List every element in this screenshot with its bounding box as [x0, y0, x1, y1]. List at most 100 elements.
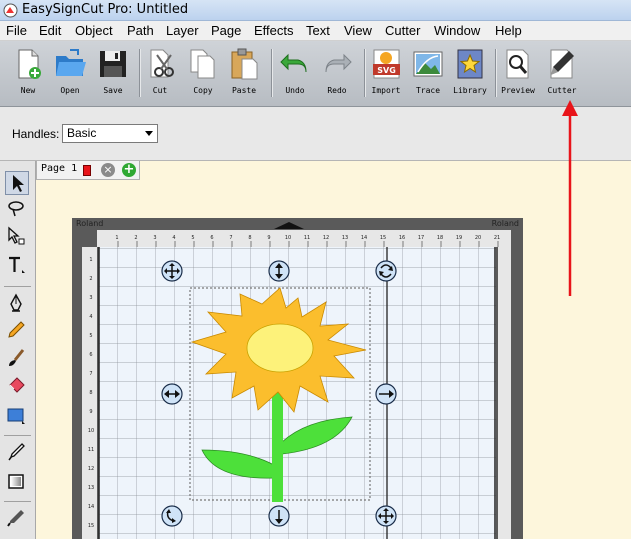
lasso-tool[interactable]	[5, 198, 29, 222]
rectangle-tool[interactable]	[5, 404, 29, 428]
flower-center[interactable]	[246, 323, 314, 373]
menu-effects[interactable]: Effects	[254, 23, 294, 38]
open-button[interactable]: Open	[48, 47, 92, 103]
trace-button[interactable]: Trace	[406, 47, 450, 103]
handle-move-bottom-right[interactable]	[375, 505, 397, 527]
cutter-mat-canvas[interactable]: Roland Roland 1 2 3 4 5 6 7 8 9 10 11 12 13 14 15 16 17 1…	[36, 180, 631, 539]
rectangle-icon	[7, 408, 25, 424]
ruler-top-label: 6	[210, 235, 213, 241]
eyedropper-tool[interactable]	[5, 441, 29, 465]
right-ruler	[498, 230, 511, 539]
page-tab-label: Page 1	[41, 163, 78, 174]
window-title: EasySignCut Pro: Untitled	[22, 2, 189, 17]
scissors-icon	[150, 49, 174, 78]
preview-label: Preview	[501, 86, 535, 95]
menu-text[interactable]: Text	[306, 23, 330, 38]
floppy-disk-icon	[100, 51, 126, 77]
node-edit-tool[interactable]	[5, 225, 29, 249]
handle-move[interactable]	[161, 260, 183, 282]
menu-window[interactable]: Window	[434, 23, 480, 38]
new-button[interactable]: New	[6, 47, 50, 103]
ruler-left-label: 3	[89, 295, 92, 301]
page-color-swatch[interactable]	[83, 165, 91, 176]
brand-label-left: Roland	[76, 219, 103, 228]
page-tab[interactable]: Page 1 × +	[36, 161, 140, 180]
handle-bottom-scale[interactable]	[268, 505, 290, 527]
ruler-left-label: 1	[89, 257, 92, 263]
ruler-top-label: 15	[380, 235, 386, 241]
cutter-button[interactable]: Cutter	[540, 47, 584, 103]
save-label: Save	[103, 86, 123, 95]
undo-arrow-icon	[280, 53, 307, 73]
import-button[interactable]: SVG Import	[364, 47, 408, 103]
menu-page[interactable]: Page	[211, 23, 241, 38]
open-folder-icon	[56, 49, 86, 76]
ruler-top-label: 18	[437, 235, 443, 241]
menu-file[interactable]: File	[6, 23, 27, 38]
import-label: Import	[371, 86, 401, 95]
undo-button[interactable]: Undo	[273, 47, 317, 103]
menu-path[interactable]: Path	[127, 23, 154, 38]
ruler-left-label: 5	[89, 333, 92, 339]
eraser-tool[interactable]	[5, 374, 29, 398]
library-button[interactable]: Library	[448, 47, 492, 103]
magnifier-icon	[506, 49, 529, 79]
brush-tool[interactable]	[5, 347, 29, 371]
palette-separator	[4, 435, 31, 436]
fill-tool[interactable]	[5, 470, 29, 494]
save-button[interactable]: Save	[91, 47, 135, 103]
open-label: Open	[60, 86, 80, 95]
undo-label: Undo	[285, 86, 305, 95]
flower-stem[interactable]	[272, 384, 283, 502]
ruler-top-label: 1	[115, 235, 118, 241]
lasso-icon	[8, 201, 24, 217]
add-page-button[interactable]: +	[122, 163, 136, 177]
handle-right-scale[interactable]	[375, 383, 397, 405]
handles-dropdown[interactable]: Basic	[62, 124, 158, 143]
redo-label: Redo	[327, 86, 347, 95]
ruler-left-label: 7	[89, 371, 92, 377]
menu-cutter[interactable]: Cutter	[385, 23, 420, 38]
pen-tool[interactable]	[5, 292, 29, 316]
ruler-top-label: 12	[323, 235, 329, 241]
copy-button[interactable]: Copy	[181, 47, 225, 103]
ruler-left-label: 14	[88, 504, 94, 510]
pencil-tool[interactable]	[5, 319, 29, 343]
ruler-top-label: 10	[285, 235, 291, 241]
cut-button[interactable]: Cut	[138, 47, 182, 103]
menu-bar: File Edit Object Path Layer Page Effects…	[0, 21, 631, 41]
pencil-icon	[8, 321, 25, 338]
ruler-left-label: 6	[89, 352, 92, 358]
ruler-top-label: 20	[475, 235, 481, 241]
handle-left-scale[interactable]	[161, 383, 183, 405]
copy-icon	[190, 49, 215, 79]
select-tool[interactable]	[5, 171, 29, 195]
tool-palette	[0, 161, 36, 539]
ruler-top-label: 19	[456, 235, 462, 241]
redo-button[interactable]: Redo	[315, 47, 359, 103]
ruler-top-label: 21	[494, 235, 500, 241]
star-library-icon	[457, 49, 483, 79]
new-label: New	[20, 86, 36, 95]
handle-top-scale[interactable]	[268, 260, 290, 282]
menu-layer[interactable]: Layer	[166, 23, 199, 38]
ruler-left-label: 8	[89, 390, 92, 396]
paste-label: Paste	[231, 86, 257, 95]
preview-button[interactable]: Preview	[496, 47, 540, 103]
cut-label: Cut	[152, 86, 168, 95]
handle-rotate-top-right[interactable]	[375, 260, 397, 282]
ruler-top-label: 8	[248, 235, 251, 241]
paste-button[interactable]: Paste	[222, 47, 266, 103]
menu-view[interactable]: View	[344, 23, 372, 38]
ruler-left-label: 9	[89, 409, 92, 415]
trace-image-icon	[413, 51, 443, 77]
close-page-button[interactable]: ×	[101, 163, 115, 177]
menu-object[interactable]: Object	[75, 23, 113, 38]
menu-help[interactable]: Help	[495, 23, 522, 38]
menu-edit[interactable]: Edit	[39, 23, 61, 38]
handle-rotate-bottom-left[interactable]	[161, 505, 183, 527]
text-tool[interactable]	[5, 254, 29, 278]
knife-tool[interactable]	[5, 507, 29, 531]
canvas-area[interactable]: Roland Roland 1 2 3 4 5 6 7 8 9 10 11 12 13 14 15 16 17 1…	[36, 180, 631, 539]
pen-nib-icon	[10, 293, 22, 312]
